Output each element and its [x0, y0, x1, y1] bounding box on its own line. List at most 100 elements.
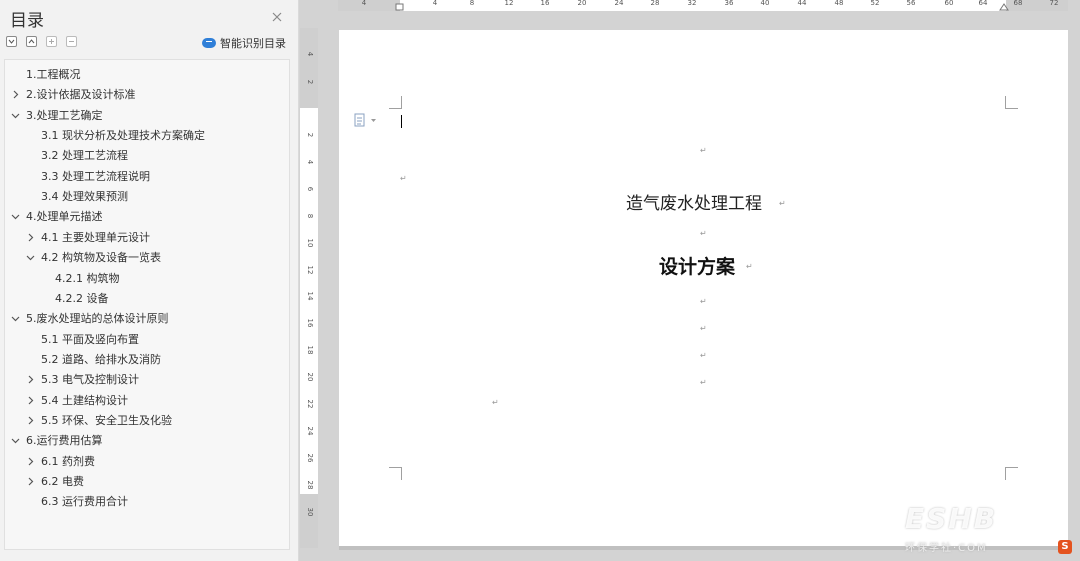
toc-item[interactable]: 6.运行费用估算: [5, 432, 289, 450]
toc-item-label: 4.2.1 构筑物: [55, 271, 120, 285]
watermark-subtext: 环保学社·COM: [905, 543, 988, 554]
ruler-tick-label: 20: [577, 0, 587, 7]
remove-heading-icon[interactable]: [66, 36, 77, 47]
ruler-tick-label: 2: [306, 79, 314, 85]
ruler-tick-label: 30: [306, 507, 314, 517]
add-heading-icon[interactable]: [46, 36, 57, 47]
sogou-ime-icon[interactable]: S: [1058, 540, 1072, 554]
toc-item-label: 3.3 处理工艺流程说明: [41, 169, 150, 183]
toc-item[interactable]: 3.3 处理工艺流程说明: [5, 168, 289, 186]
toc-item[interactable]: 3.处理工艺确定: [5, 107, 289, 125]
toc-item-label: 3.2 处理工艺流程: [41, 149, 128, 163]
right-indent-marker-icon[interactable]: [999, 2, 1009, 11]
toc-item[interactable]: 3.1 现状分析及处理技术方案确定: [5, 127, 289, 145]
watermark-logo: ESHB: [905, 502, 998, 535]
text-cursor: [401, 115, 402, 128]
paragraph-mark: ↵: [700, 229, 707, 238]
ruler-tick-label: 12: [306, 265, 314, 275]
chevron-down-icon[interactable]: [11, 212, 20, 221]
toc-item-label: 6.1 药剂费: [41, 454, 95, 468]
ruler-tick-label: 4: [306, 51, 314, 57]
paragraph-mark: ↵: [746, 262, 753, 271]
toc-item[interactable]: 5.4 土建结构设计: [5, 392, 289, 410]
toc-item[interactable]: 3.2 处理工艺流程: [5, 147, 289, 165]
ruler-tick-label: 60: [944, 0, 954, 7]
ruler-margin-left: [338, 0, 400, 11]
toc-item[interactable]: 5.5 环保、安全卫生及化验: [5, 412, 289, 430]
toc-item[interactable]: 5.3 电气及控制设计: [5, 371, 289, 389]
document-page[interactable]: [339, 30, 1068, 546]
toc-item[interactable]: 6.1 药剂费: [5, 453, 289, 471]
collapse-all-icon[interactable]: [26, 36, 37, 47]
toc-item[interactable]: 6.3 运行费用合计: [5, 493, 289, 511]
ruler-tick-label: 4: [361, 0, 367, 7]
toc-item[interactable]: 5.废水处理站的总体设计原则: [5, 310, 289, 328]
toc-item-label: 4.处理单元描述: [26, 210, 103, 224]
chevron-right-icon[interactable]: [26, 375, 35, 384]
smart-recognize-label: 智能识别目录: [220, 37, 286, 50]
ruler-tick-label: 72: [1049, 0, 1059, 7]
chevron-down-icon[interactable]: [26, 253, 35, 262]
chevron-right-icon[interactable]: [26, 416, 35, 425]
paragraph-mark: ↵: [492, 398, 499, 407]
ruler-tick-label: 40: [760, 0, 770, 7]
indent-marker-icon[interactable]: [395, 3, 405, 11]
toc-item[interactable]: 4.2.1 构筑物: [5, 270, 289, 288]
toc-item-label: 6.3 运行费用合计: [41, 495, 128, 509]
vertical-ruler[interactable]: 4 2 2 4 6 8 10 12 14 16 18 20 22 24 26 28 30: [300, 28, 318, 548]
toc-item[interactable]: 4.2.2 设备: [5, 290, 289, 308]
crop-mark-bottom-right: [1005, 467, 1018, 480]
toc-item-label: 4.1 主要处理单元设计: [41, 230, 150, 244]
chevron-down-icon[interactable]: [11, 436, 20, 445]
ruler-tick-label: 2: [306, 132, 314, 138]
ruler-tick-label: 14: [306, 291, 314, 301]
chevron-down-icon[interactable]: [11, 111, 20, 120]
toc-item[interactable]: 5.2 道路、给排水及消防: [5, 351, 289, 369]
ruler-tick-label: 56: [906, 0, 916, 7]
toc-item-label: 6.2 电费: [41, 475, 84, 488]
toc-item-label: 5.4 土建结构设计: [41, 393, 128, 407]
document-subtitle[interactable]: 设计方案: [659, 252, 735, 279]
toc-item-label: 5.2 道路、给排水及消防: [41, 352, 161, 366]
expand-all-icon[interactable]: [6, 36, 17, 47]
toc-item-label: 1.工程概况: [26, 68, 81, 81]
toc-item-label: 5.1 平面及竖向布置: [41, 332, 139, 346]
ruler-tick-label: 64: [978, 0, 988, 7]
toc-item[interactable]: 6.2 电费: [5, 473, 289, 491]
chevron-right-icon[interactable]: [26, 477, 35, 486]
close-icon[interactable]: [270, 9, 284, 23]
paragraph-layout-icon[interactable]: [354, 113, 378, 127]
ruler-tick-label: 4: [306, 159, 314, 165]
smart-recognize-button[interactable]: 智能识别目录: [202, 35, 286, 51]
toc-item[interactable]: 3.4 处理效果预测: [5, 188, 289, 206]
toc-item[interactable]: 4.处理单元描述: [5, 208, 289, 226]
toc-item-label: 5.废水处理站的总体设计原则: [26, 312, 169, 326]
toc-item[interactable]: 4.1 主要处理单元设计: [5, 229, 289, 247]
crop-mark-top-left: [389, 96, 402, 109]
chevron-right-icon[interactable]: [26, 233, 35, 242]
toc-item[interactable]: 1.工程概况: [5, 66, 289, 84]
toc-item[interactable]: 2.设计依据及设计标准: [5, 86, 289, 104]
document-title[interactable]: 造气废水处理工程: [626, 189, 762, 214]
toc-item-label: 3.4 处理效果预测: [41, 190, 128, 204]
toc-item[interactable]: 5.1 平面及竖向布置: [5, 331, 289, 349]
ruler-tick-label: 12: [504, 0, 514, 7]
ruler-tick-label: 24: [614, 0, 624, 7]
crop-mark-bottom-left: [389, 467, 402, 480]
chevron-right-icon[interactable]: [26, 396, 35, 405]
paragraph-mark: ↵: [700, 378, 707, 387]
ruler-tick-label: 8: [469, 0, 475, 7]
chevron-right-icon[interactable]: [11, 90, 20, 99]
toc-item-label: 2.设计依据及设计标准: [26, 88, 136, 102]
toc-item[interactable]: 4.2 构筑物及设备一览表: [5, 249, 289, 267]
chevron-right-icon[interactable]: [26, 457, 35, 466]
horizontal-ruler[interactable]: 4 4 8 12 16 20 24 28 32 36 40 44 48 52 56 60 64 68 72: [338, 0, 1068, 11]
ruler-tick-label: 22: [306, 399, 314, 409]
ruler-tick-label: 28: [650, 0, 660, 7]
chevron-down-icon[interactable]: [11, 314, 20, 323]
toc-item-label: 5.5 环保、安全卫生及化验: [41, 413, 172, 427]
toc-item-label: 4.2.2 设备: [55, 291, 109, 305]
ruler-tick-label: 26: [306, 453, 314, 463]
paragraph-mark: ↵: [700, 351, 707, 360]
toc-item-label: 6.运行费用估算: [26, 434, 103, 448]
